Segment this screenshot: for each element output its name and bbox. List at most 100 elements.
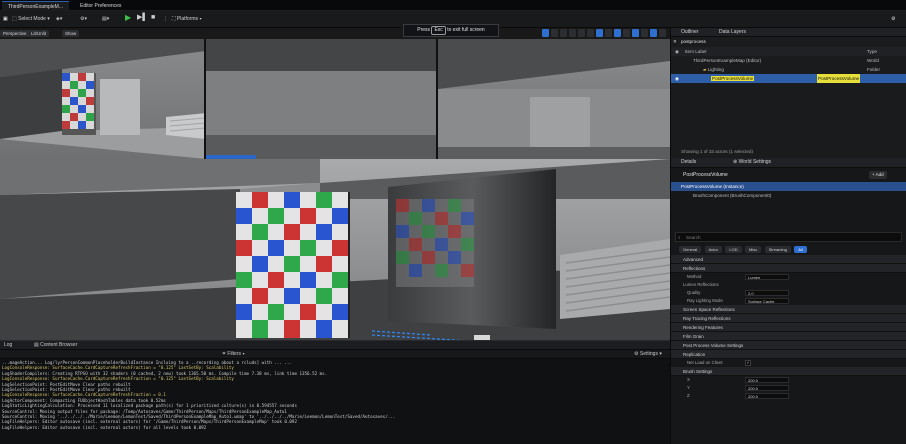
preview-scene-2 [206,39,436,159]
netload-checkbox[interactable]: ✓ [745,360,751,366]
select-mode-label: Select Mode [18,16,46,22]
outliner-column-headers: ◉ Item Label Type [671,47,906,56]
cinematics-icon[interactable]: ▤▾ [102,14,109,25]
move-tool-icon[interactable] [551,29,558,37]
select-mode-button[interactable]: ⬚ Select Mode ▾ [12,14,50,25]
prop-lumen-group[interactable]: Lumen Reflections [671,281,906,289]
section-advanced[interactable]: Advanced [671,255,906,264]
filters-button[interactable]: ⏷ Filters ▾ [222,350,245,359]
quality-field[interactable]: 2.0 [745,290,789,296]
close-icon[interactable]: ✕ [673,37,677,46]
show-button[interactable]: Show [62,30,80,37]
lighting-label: Lighting [707,67,724,72]
visibility-icon[interactable]: ◉ [675,74,679,83]
section-replication[interactable]: Replication [671,350,906,359]
mirror-reflection [396,199,474,287]
main-perspective-view[interactable] [0,159,670,340]
world-settings-tab[interactable]: ⊕ World Settings [733,158,771,167]
outliner-title[interactable]: Outliner [681,29,699,35]
filter-all[interactable]: All [794,246,807,253]
outliner-row-world[interactable]: ThirdPersonExampleMap (Editor) World [671,56,906,65]
component-root[interactable]: PostProcessVolume (Instance) [671,182,906,191]
add-component-button[interactable]: + Add [869,171,887,179]
grid-size-icon[interactable] [605,29,612,37]
raylight-label: Ray Lighting Mode [687,298,723,303]
section-reflections[interactable]: Reflections [671,264,906,273]
transform-tools [542,29,666,38]
level-viewport[interactable]: Perspective Lit/Unlit Show [0,28,670,340]
blueprints-icon[interactable]: ⚙▾ [80,14,87,25]
z-label: Z [687,393,690,398]
surface-snap-icon[interactable] [587,29,594,37]
item-label-header[interactable]: Item Label [685,49,706,54]
rotate-tool-icon[interactable] [560,29,567,37]
play-icon[interactable]: ▶ [125,12,131,23]
rotation-snap-icon[interactable] [614,29,621,37]
preview-viewport-1[interactable] [0,39,206,159]
eye-icon[interactable]: ◉ [675,47,679,56]
play-options-icon[interactable]: ⋮ [163,14,168,25]
component-brush[interactable]: BrushComponent (BrushComponent0) [671,191,906,200]
settings-icon[interactable]: ⚙ [891,14,895,25]
perspective-button[interactable]: Perspective [0,30,30,37]
world-settings-label: World Settings [738,159,772,165]
preview-viewport-2[interactable] [206,39,438,159]
log-tab[interactable]: Log [4,341,12,350]
preview-viewport-3[interactable] [438,39,670,159]
section-brush[interactable]: Brush Settings [671,367,906,376]
details-panel: Details ⊕ World Settings PostProcessVolu… [670,158,906,444]
content-browser-tab[interactable]: ▤ Content Browser [34,341,77,350]
search-icon: ⌕ [678,235,681,240]
rotation-size-icon[interactable] [623,29,630,37]
filters-label: Filters [227,351,242,357]
preview-scene-3 [438,39,670,159]
log-lines: ...mageAction... Log/lyrPersonCommonPlac… [0,359,670,430]
details-search-input[interactable]: ⌕ Search [675,232,902,242]
outliner-status: Showing 1 of 33 actors (1 selected) [681,149,754,154]
section-ppv-settings[interactable]: Post Process Volume Settings [671,341,906,350]
outliner-row-lighting[interactable]: ▰ Lighting Folder [671,65,906,74]
level-tab-label: ThirdPersonExampleM... [8,4,64,10]
platforms-button[interactable]: ⛶ Platforms ▾ [172,14,202,25]
scale-snap-icon[interactable] [632,29,639,37]
outliner-search[interactable]: ✕ postprocess [671,37,906,47]
outliner-row-postprocess[interactable]: ◉ PostProcessVolume PostProcessVolume [671,74,906,83]
raylight-dropdown[interactable]: Surface Cache [745,298,789,304]
section-film-grain[interactable]: Film Grain [671,332,906,341]
filter-actor[interactable]: Actor [704,246,722,253]
maximize-icon[interactable] [659,29,666,37]
settings-button[interactable]: ⚙ Settings ▾ [634,350,662,359]
method-dropdown[interactable]: Lumen [745,274,789,280]
step-icon[interactable]: ▶▌ [137,12,147,23]
details-title[interactable]: Details [681,159,696,165]
outliner-panel: Outliner Data Layers ✕ postprocess ◉ Ite… [670,28,906,158]
section-rt-reflections[interactable]: Ray Tracing Reflections [671,314,906,323]
section-ssr[interactable]: Screen Space Reflections [671,305,906,314]
x-field[interactable]: 200.0 [745,377,789,383]
type-header[interactable]: Type [867,47,877,56]
view-mode-button[interactable]: Lit/Unlit [28,30,50,37]
tab-level[interactable]: ThirdPersonExampleM... [2,1,70,11]
scale-tool-icon[interactable] [569,29,576,37]
section-rendering[interactable]: Rendering Features [671,323,906,332]
grid-snap-icon[interactable] [596,29,603,37]
filter-streaming[interactable]: Streaming [764,246,791,253]
save-icon[interactable]: ▣ [3,14,8,25]
data-layers-tab[interactable]: Data Layers [719,28,746,37]
filter-general[interactable]: General [679,246,702,253]
details-header: Details ⊕ World Settings [671,158,906,168]
tab-editor-preferences[interactable]: Editor Preferences [74,1,127,11]
stop-icon[interactable]: ■ [151,12,155,23]
filter-bar: General Actor LOD Misc Streaming All [671,244,906,255]
filter-lod[interactable]: LOD [725,246,742,253]
prop-y: Y 200.0 [671,384,906,392]
y-field[interactable]: 200.0 [745,385,789,391]
prop-z: Z 200.0 [671,392,906,400]
scale-size-icon[interactable] [641,29,648,37]
world-local-icon[interactable] [578,29,585,37]
camera-speed-icon[interactable] [650,29,657,37]
add-content-icon[interactable]: ◈▾ [56,14,62,25]
filter-misc[interactable]: Misc [744,246,762,253]
z-field[interactable]: 200.0 [745,393,789,399]
select-tool-icon[interactable] [542,29,549,37]
